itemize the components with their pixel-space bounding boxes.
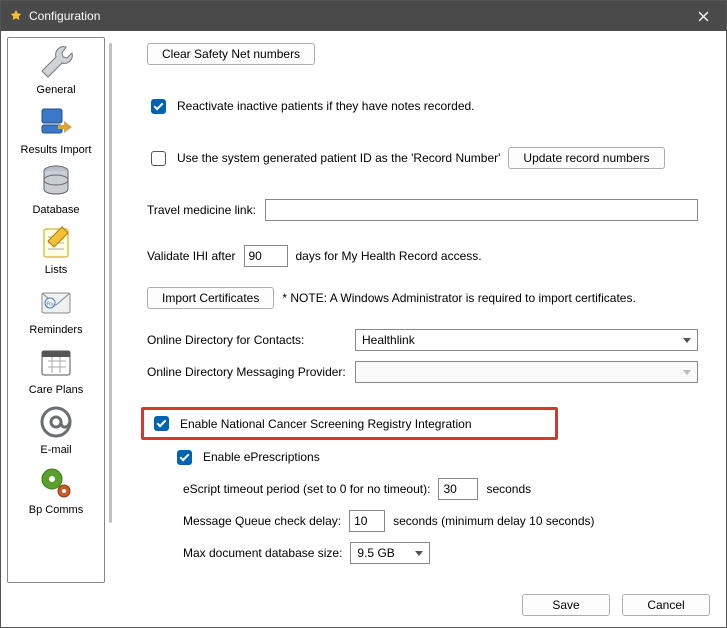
app-icon [9,9,23,23]
sidebar-item-bp-comms[interactable]: Bp Comms [8,458,104,518]
online-dir-msg-label: Online Directory Messaging Provider: [147,365,347,379]
ncsr-highlight: Enable National Cancer Screening Registr… [141,407,558,440]
cancel-button[interactable]: Cancel [622,594,710,616]
clear-safety-net-button[interactable]: Clear Safety Net numbers [147,43,315,65]
use-system-id-checkbox[interactable] [151,151,166,166]
mq-delay-input[interactable] [349,510,385,532]
validate-ihi-pre: Validate IHI after [147,249,236,263]
envelope-icon: Rx [32,282,80,322]
sidebar-item-care-plans[interactable]: Care Plans [8,338,104,398]
sidebar-item-label: Lists [45,262,68,276]
travel-link-label: Travel medicine link: [147,203,257,217]
chevron-down-icon [683,338,691,343]
travel-link-input[interactable] [265,199,698,221]
enable-eprescriptions-label: Enable ePrescriptions [203,450,320,464]
sidebar-item-lists[interactable]: Lists [8,218,104,278]
server-arrow-icon [32,102,80,142]
sidebar-item-label: Care Plans [29,382,83,396]
max-db-value: 9.5 GB [357,546,394,560]
online-dir-msg-select[interactable] [355,361,698,383]
update-record-numbers-button[interactable]: Update record numbers [508,147,664,169]
reactivate-checkbox[interactable] [151,99,166,114]
calendar-icon [32,342,80,382]
max-db-select[interactable]: 9.5 GB [350,542,430,564]
chevron-down-icon [415,551,423,556]
sidebar-scrollbar[interactable] [109,43,112,523]
sidebar: General Results Import Database [7,37,105,583]
import-certificates-button[interactable]: Import Certificates [147,287,274,309]
escript-timeout-label: eScript timeout period (set to 0 for no … [183,482,430,496]
enable-eprescriptions-checkbox[interactable] [177,450,192,465]
enable-ncsr-label: Enable National Cancer Screening Registr… [180,417,472,431]
use-system-id-label: Use the system generated patient ID as t… [177,151,500,165]
reactivate-label: Reactivate inactive patients if they hav… [177,99,475,113]
sidebar-item-results-import[interactable]: Results Import [8,98,104,158]
sidebar-item-label: Bp Comms [29,502,83,516]
main-panel: Clear Safety Net numbers Reactivate inac… [115,37,720,583]
sidebar-item-database[interactable]: Database [8,158,104,218]
save-button[interactable]: Save [522,594,610,616]
sidebar-item-reminders[interactable]: Rx Reminders [8,278,104,338]
validate-ihi-days-input[interactable] [244,245,288,267]
database-icon [32,162,80,202]
online-dir-contacts-select[interactable]: Healthlink [355,329,698,351]
gears-icon [32,462,80,502]
sidebar-item-label: Results Import [21,142,92,156]
sidebar-item-label: Reminders [29,322,82,336]
mq-delay-suffix: seconds (minimum delay 10 seconds) [393,514,594,528]
chevron-down-icon [683,370,691,375]
mq-delay-label: Message Queue check delay: [183,514,341,528]
window-title: Configuration [29,9,100,23]
validate-ihi-post: days for My Health Record access. [296,249,482,263]
titlebar: Configuration [1,1,726,31]
sidebar-item-label: E-mail [40,442,71,456]
footer: Save Cancel [1,583,726,627]
at-sign-icon [32,402,80,442]
notepad-icon [32,222,80,262]
close-button[interactable] [681,1,726,31]
sidebar-item-label: General [36,82,75,96]
max-db-label: Max document database size: [183,546,342,560]
wrench-icon [32,42,80,82]
config-window: Configuration General [0,0,727,628]
svg-text:Rx: Rx [46,302,53,308]
online-dir-contacts-value: Healthlink [362,333,415,347]
sidebar-item-email[interactable]: E-mail [8,398,104,458]
sidebar-item-general[interactable]: General [8,38,104,98]
close-icon [698,11,709,22]
import-certificates-note: * NOTE: A Windows Administrator is requi… [282,291,635,305]
sidebar-item-label: Database [32,202,79,216]
escript-timeout-unit: seconds [486,482,531,496]
escript-timeout-input[interactable] [438,478,478,500]
enable-ncsr-checkbox[interactable] [154,416,169,431]
online-dir-contacts-label: Online Directory for Contacts: [147,333,347,347]
